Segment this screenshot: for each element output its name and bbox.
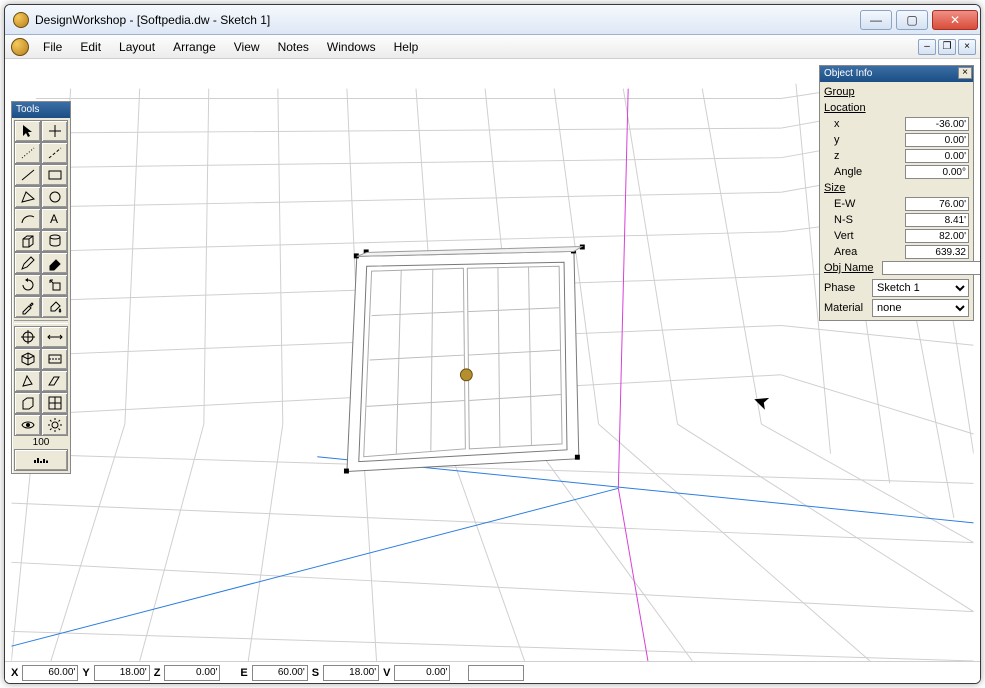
- tool-bucket[interactable]: [41, 296, 68, 318]
- status-v-label: V: [381, 667, 392, 679]
- z-label: z: [824, 150, 874, 162]
- close-button[interactable]: ✕: [932, 10, 978, 30]
- object-info-panel[interactable]: Object Info× Group Location x y z Angle …: [819, 65, 974, 321]
- object-info-close-button[interactable]: ×: [958, 67, 972, 79]
- menu-arrange[interactable]: Arrange: [165, 38, 224, 56]
- app-icon: [13, 12, 29, 28]
- x-input[interactable]: [905, 117, 969, 131]
- ew-input[interactable]: [905, 197, 969, 211]
- mdi-minimize-button[interactable]: –: [918, 39, 936, 55]
- angle-label: Angle: [824, 166, 874, 178]
- object-info-title: Object Info: [824, 66, 872, 82]
- tool-shard[interactable]: [14, 370, 41, 392]
- status-y-input[interactable]: [94, 665, 150, 681]
- area-label: Area: [824, 246, 874, 258]
- menubar: File Edit Layout Arrange View Notes Wind…: [5, 35, 980, 59]
- group-label: Group: [824, 86, 855, 98]
- tool-aim[interactable]: [14, 326, 41, 348]
- tool-eraser[interactable]: [41, 252, 68, 274]
- tool-box[interactable]: [14, 230, 41, 252]
- tools-title: Tools: [12, 102, 70, 118]
- status-x-label: X: [9, 667, 20, 679]
- z-input[interactable]: [905, 149, 969, 163]
- material-label: Material: [824, 302, 872, 314]
- menu-view[interactable]: View: [226, 38, 268, 56]
- phase-select[interactable]: Sketch 1: [872, 279, 969, 297]
- tool-scale[interactable]: [41, 274, 68, 296]
- tool-cylinder[interactable]: [41, 230, 68, 252]
- angle-input[interactable]: [905, 165, 969, 179]
- area-input[interactable]: [905, 245, 969, 259]
- status-extra-input[interactable]: [468, 665, 524, 681]
- status-e-label: E: [238, 667, 249, 679]
- maximize-button[interactable]: ▢: [896, 10, 928, 30]
- material-select[interactable]: none: [872, 299, 969, 317]
- ew-label: E-W: [824, 198, 874, 210]
- tool-poly[interactable]: [14, 186, 41, 208]
- tool-sun[interactable]: [41, 414, 68, 436]
- status-e-input[interactable]: [252, 665, 308, 681]
- status-s-label: S: [310, 667, 321, 679]
- tool-arc[interactable]: [14, 208, 41, 230]
- status-x-input[interactable]: [22, 665, 78, 681]
- phase-label: Phase: [824, 282, 872, 294]
- status-bar: X Y Z E S V: [5, 661, 980, 683]
- tool-skyline[interactable]: [14, 449, 68, 471]
- tool-floor[interactable]: [41, 370, 68, 392]
- y-input[interactable]: [905, 133, 969, 147]
- tool-crosshair[interactable]: [41, 120, 68, 142]
- tool-rect[interactable]: [41, 164, 68, 186]
- menu-layout[interactable]: Layout: [111, 38, 163, 56]
- x-label: x: [824, 118, 874, 130]
- status-z-input[interactable]: [164, 665, 220, 681]
- tool-eyedrop[interactable]: [14, 296, 41, 318]
- vert-label: Vert: [824, 230, 874, 242]
- menu-notes[interactable]: Notes: [270, 38, 317, 56]
- location-label: Location: [824, 102, 866, 114]
- tool-dashed-line[interactable]: [41, 142, 68, 164]
- objname-label: Obj Name: [824, 262, 882, 274]
- mdi-close-button[interactable]: ×: [958, 39, 976, 55]
- tool-section[interactable]: [41, 348, 68, 370]
- tool-line[interactable]: [14, 164, 41, 186]
- ns-label: N-S: [824, 214, 874, 226]
- ns-input[interactable]: [905, 213, 969, 227]
- tool-eye[interactable]: [14, 414, 41, 436]
- doc-icon: [11, 38, 29, 56]
- menu-edit[interactable]: Edit: [72, 38, 109, 56]
- tool-pencil[interactable]: [14, 252, 41, 274]
- tool-dotted-line[interactable]: [14, 142, 41, 164]
- size-label: Size: [824, 182, 845, 194]
- menu-file[interactable]: File: [35, 38, 70, 56]
- titlebar: DesignWorkshop - [Softpedia.dw - Sketch …: [5, 5, 980, 35]
- status-z-label: Z: [152, 667, 163, 679]
- tool-rotate[interactable]: [14, 274, 41, 296]
- tools-palette[interactable]: Tools A: [11, 101, 71, 474]
- tool-isometric[interactable]: [14, 348, 41, 370]
- tool-zoom-value: 100: [14, 436, 68, 449]
- vert-input[interactable]: [905, 229, 969, 243]
- tool-select[interactable]: [14, 120, 41, 142]
- svg-text:A: A: [50, 212, 58, 226]
- objname-input[interactable]: [882, 261, 981, 275]
- tool-walk[interactable]: [41, 326, 68, 348]
- tool-text[interactable]: A: [41, 208, 68, 230]
- window-title: DesignWorkshop - [Softpedia.dw - Sketch …: [35, 13, 270, 27]
- menu-help[interactable]: Help: [386, 38, 427, 56]
- status-s-input[interactable]: [323, 665, 379, 681]
- tool-cube-view[interactable]: [14, 392, 41, 414]
- menu-windows[interactable]: Windows: [319, 38, 384, 56]
- tool-circle[interactable]: [41, 186, 68, 208]
- tool-grid-view[interactable]: [41, 392, 68, 414]
- y-label: y: [824, 134, 874, 146]
- minimize-button[interactable]: —: [860, 10, 892, 30]
- status-v-input[interactable]: [394, 665, 450, 681]
- status-y-label: Y: [80, 667, 91, 679]
- mdi-restore-button[interactable]: ❐: [938, 39, 956, 55]
